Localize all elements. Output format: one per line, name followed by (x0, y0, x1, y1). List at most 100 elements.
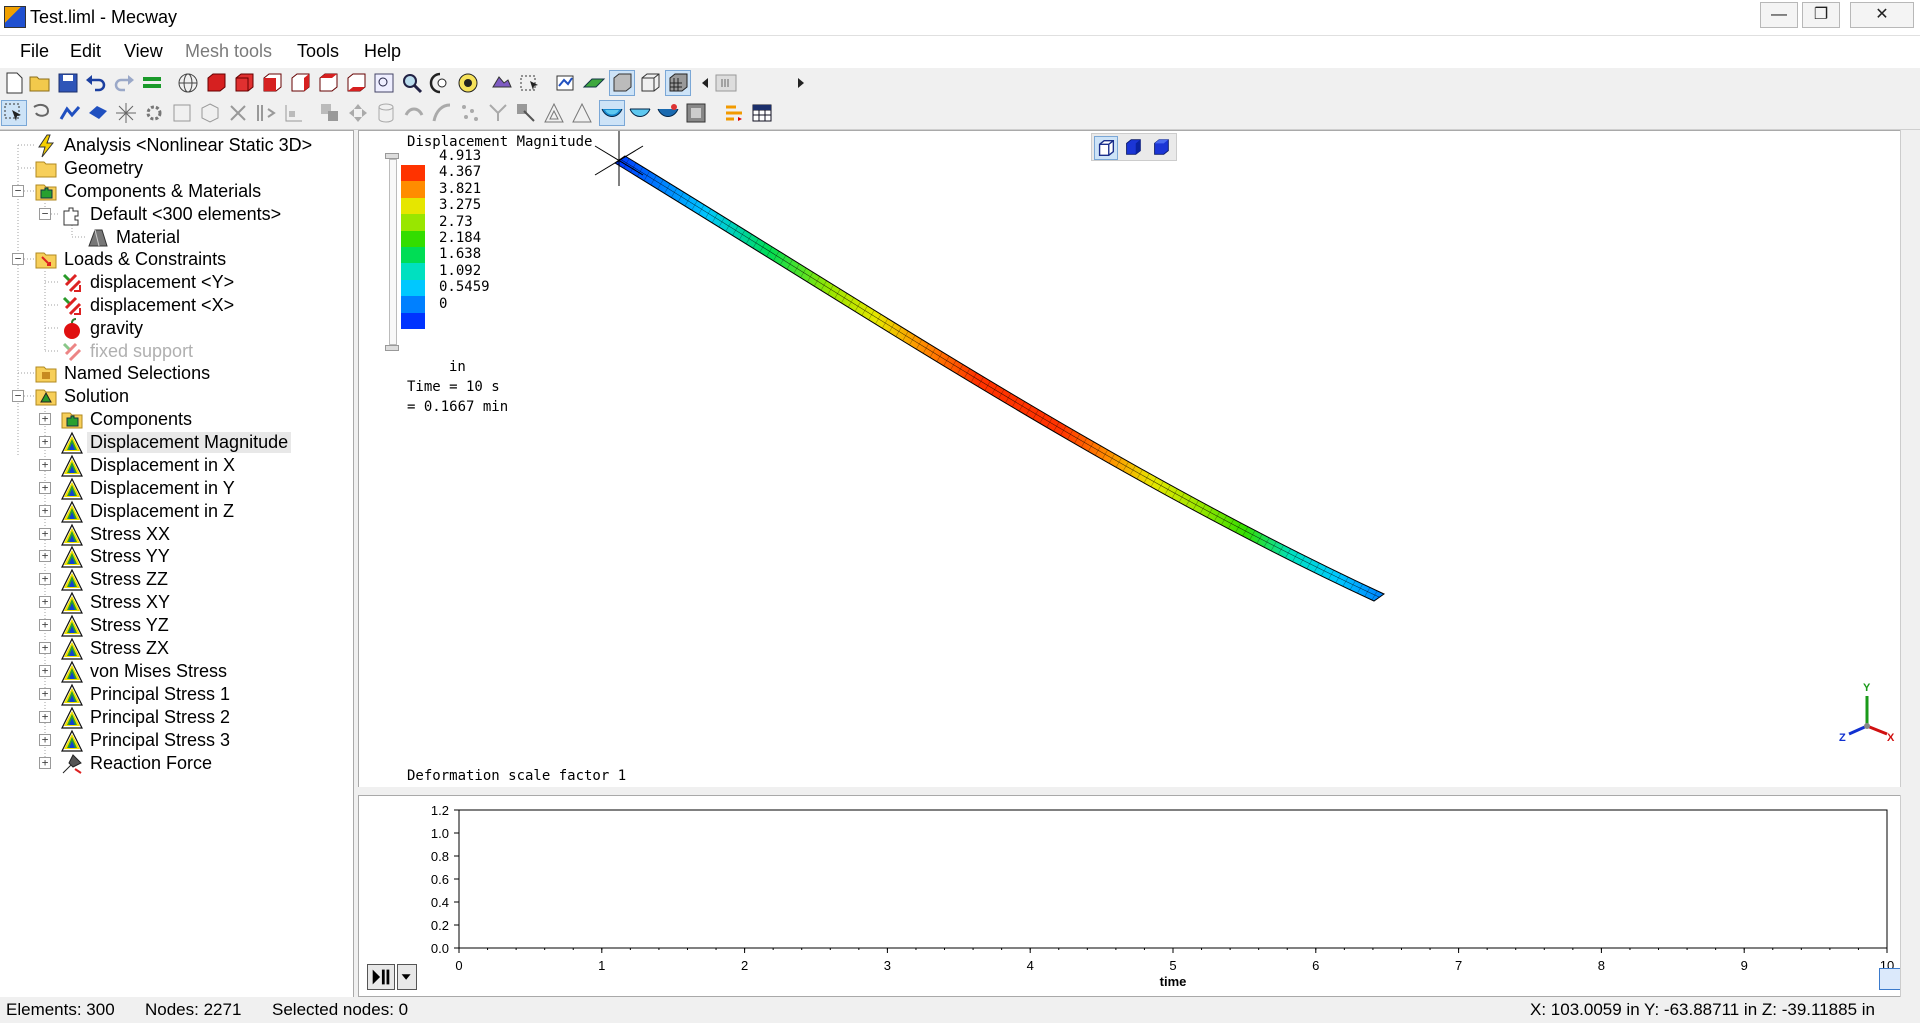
animate-deform-icon[interactable] (656, 101, 680, 125)
maximize-button[interactable]: ❐ (1802, 2, 1840, 28)
zoom-icon[interactable] (400, 71, 424, 95)
expander-solution-item[interactable]: + (39, 596, 51, 609)
mesh-layers-icon[interactable] (140, 71, 164, 95)
graph-scrollbar[interactable] (1900, 795, 1920, 997)
copy-icon[interactable] (318, 101, 342, 125)
expander-solution-item[interactable]: + (39, 527, 51, 540)
components-folder-icon (34, 180, 58, 204)
triangle-outline-icon[interactable] (542, 101, 566, 125)
view-right-icon[interactable] (288, 71, 312, 95)
view-bottom-icon[interactable] (344, 71, 368, 95)
wireframe-sphere-icon[interactable] (176, 71, 200, 95)
menu-edit[interactable]: Edit (70, 41, 101, 62)
view-back-icon[interactable] (232, 71, 256, 95)
expander-default[interactable]: − (39, 208, 51, 220)
result-triangle-icon (60, 568, 84, 592)
menu-tools[interactable]: Tools (297, 41, 339, 62)
expander-solution-item[interactable]: + (39, 664, 51, 677)
menu-bar: File Edit View Mesh tools Tools Help (0, 36, 1920, 68)
expander-solution-item[interactable]: + (39, 504, 51, 517)
expander-solution-item[interactable]: + (39, 642, 51, 654)
expander-solution-item[interactable]: + (39, 481, 51, 494)
result-triangle-icon (60, 660, 84, 684)
cylinder-icon[interactable] (374, 101, 398, 125)
select-mode-icon[interactable] (518, 71, 542, 95)
rotate-view-icon[interactable] (428, 71, 452, 95)
minimize-button[interactable]: — (1760, 2, 1798, 28)
sketch-icon[interactable] (554, 71, 578, 95)
play-options-dropdown[interactable] (397, 964, 417, 990)
menu-help[interactable]: Help (364, 41, 401, 62)
select-edges-icon[interactable] (58, 101, 82, 125)
cube-tool-icon[interactable] (198, 101, 222, 125)
open-folder-icon[interactable] (28, 71, 52, 95)
expander-loads-constraints[interactable]: − (12, 253, 24, 265)
expander-solution[interactable]: − (12, 390, 24, 402)
zoom-window-icon[interactable] (372, 71, 396, 95)
explode-icon[interactable] (114, 101, 138, 125)
delete-icon[interactable] (226, 101, 250, 125)
play-pause-button[interactable] (367, 964, 395, 990)
menu-file[interactable]: File (20, 41, 49, 62)
expander-solution-item[interactable]: + (39, 573, 51, 586)
plot-frame (458, 809, 1888, 949)
toolbar-slider-handle[interactable] (714, 71, 738, 95)
table-icon[interactable] (750, 101, 774, 125)
align-icon[interactable] (282, 101, 306, 125)
node-scatter-icon[interactable] (458, 101, 482, 125)
split-icon[interactable] (254, 101, 278, 125)
expander-components-materials[interactable]: − (12, 185, 24, 197)
legend-settings-icon[interactable] (722, 101, 746, 125)
triangle-icon[interactable] (570, 101, 594, 125)
close-button[interactable]: ✕ (1850, 2, 1914, 28)
box-tool-icon[interactable] (170, 101, 194, 125)
contour-plot-icon[interactable] (599, 100, 625, 126)
pan-view-icon[interactable] (456, 71, 480, 95)
wireframe-view-icon[interactable] (638, 71, 662, 95)
gear-tool-icon[interactable] (142, 101, 166, 125)
move-icon[interactable] (346, 101, 370, 125)
expander-solution-item[interactable]: + (39, 710, 51, 723)
expander-solution-item[interactable]: + (39, 756, 51, 769)
select-pointer-icon[interactable] (1, 100, 27, 126)
viewport-scrollbar[interactable] (1900, 130, 1920, 787)
x-tick-label: 2 (741, 958, 748, 973)
expander-solution-item[interactable]: + (39, 458, 51, 471)
save-icon[interactable] (56, 71, 80, 95)
menu-mesh-tools[interactable]: Mesh tools (185, 41, 272, 62)
undo-icon[interactable] (84, 71, 108, 95)
result-triangle-icon (60, 545, 84, 569)
measure-icon[interactable] (514, 101, 538, 125)
x-tick-label: 0 (455, 958, 462, 973)
new-file-icon[interactable] (2, 71, 26, 95)
scroll-right-icon[interactable] (788, 71, 812, 95)
expander-solution-item[interactable]: + (39, 733, 51, 746)
solid-view-icon[interactable] (609, 70, 635, 96)
lasso-select-icon[interactable] (30, 101, 54, 125)
render-shaded-icon[interactable] (490, 71, 514, 95)
probe-icon[interactable] (684, 101, 708, 125)
expander-solution-item[interactable]: + (39, 413, 51, 425)
result-triangle-icon (60, 729, 84, 753)
select-faces-icon[interactable] (86, 101, 110, 125)
expander-solution-item[interactable]: + (39, 435, 51, 448)
view-top-icon[interactable] (316, 71, 340, 95)
expander-solution-item[interactable]: + (39, 687, 51, 700)
result-triangle-icon (60, 500, 84, 524)
menu-view[interactable]: View (124, 41, 163, 62)
view-front-icon[interactable] (204, 71, 228, 95)
sweep-icon[interactable] (430, 101, 454, 125)
model-viewport[interactable]: Displacement Magnitude 4.913 4.367 3.821 3.… (358, 130, 1920, 787)
revolve-icon[interactable] (402, 101, 426, 125)
y-tick-label: 0.6 (431, 872, 449, 887)
expander-solution-item[interactable]: + (39, 619, 51, 632)
surface-mesh-icon[interactable] (582, 71, 606, 95)
node-pattern-icon[interactable] (486, 101, 510, 125)
mesh-view-icon[interactable] (665, 70, 691, 96)
redo-icon[interactable] (112, 71, 136, 95)
deformed-shape-icon[interactable] (628, 101, 652, 125)
x-tick-label: 5 (1169, 958, 1176, 973)
view-left-icon[interactable] (260, 71, 284, 95)
components-folder-icon (60, 408, 84, 432)
expander-solution-item[interactable]: + (39, 550, 51, 563)
